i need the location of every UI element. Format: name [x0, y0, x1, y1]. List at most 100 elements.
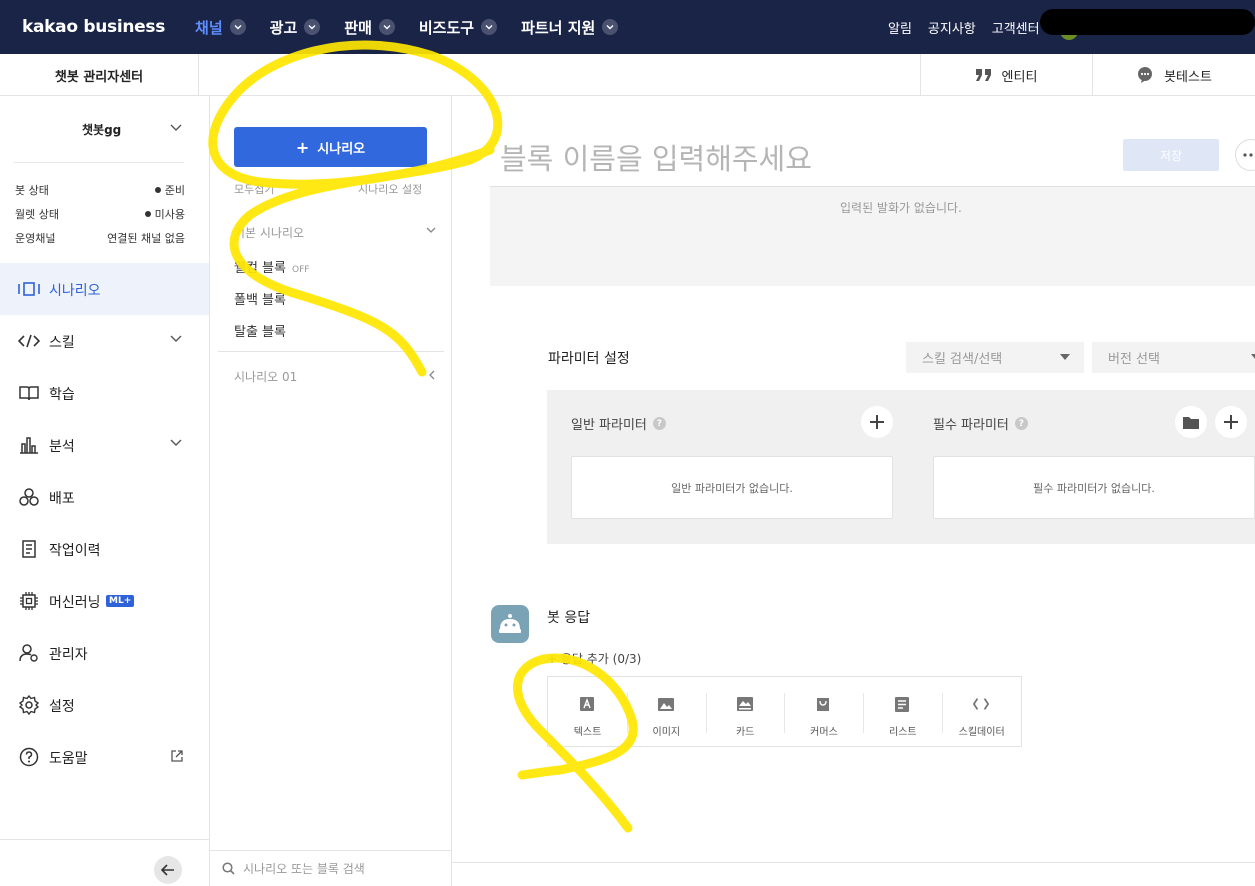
version-select[interactable]: 버전 선택 — [1092, 342, 1255, 373]
sidebar-item-analysis[interactable]: 분석 — [0, 419, 209, 471]
response-type-label: 텍스트 — [573, 727, 602, 738]
status-value: 연결된 채널 없음 — [107, 232, 185, 245]
nav-item-label: 광고 — [269, 18, 298, 37]
status-dot — [144, 211, 151, 217]
nav-item-sales[interactable]: 판매 — [344, 17, 395, 38]
divider — [218, 351, 444, 352]
add-scenario-button[interactable]: + 시나리오 — [234, 127, 427, 167]
folder-icon — [1183, 416, 1199, 429]
kakao-business-logo[interactable]: kakao business — [22, 17, 165, 37]
customer-center-link[interactable]: 고객센터 — [992, 18, 1040, 37]
chevron-down-icon[interactable] — [426, 227, 436, 234]
save-button[interactable]: 저장 — [1123, 139, 1219, 171]
chevron-down-icon[interactable] — [170, 124, 182, 132]
sidebar-item-help[interactable]: 도움말 — [0, 731, 209, 783]
sidebar-item-label: 머신러닝 — [49, 595, 101, 611]
response-type-skill-data[interactable]: 스킬데이터 — [942, 677, 1021, 746]
notices-link[interactable]: 공지사항 — [928, 18, 976, 37]
add-general-parameter-button[interactable] — [861, 406, 893, 438]
chart-icon — [18, 435, 40, 455]
response-type-text[interactable]: 텍스트 — [548, 677, 627, 746]
redacted-account-area — [1040, 9, 1255, 35]
bot-response-title: 봇 응답 — [547, 610, 591, 626]
fallback-block-item[interactable]: 폴백 블록 — [234, 289, 286, 308]
gear-icon — [18, 695, 40, 715]
entity-button[interactable]: 엔티티 — [920, 54, 1092, 96]
response-type-commerce[interactable]: 커머스 — [784, 677, 863, 746]
add-scenario-label: 시나리오 — [317, 141, 366, 157]
sidebar-item-label: 학습 — [49, 387, 75, 403]
commerce-icon — [815, 696, 831, 712]
sidebar-item-label: 분석 — [49, 439, 75, 455]
response-type-label: 이미지 — [652, 727, 681, 738]
sidebar-item-settings[interactable]: 설정 — [0, 679, 209, 731]
search-placeholder: 시나리오 또는 블록 검색 — [243, 862, 365, 876]
collapse-all-link[interactable]: 모두접기 — [234, 181, 274, 197]
required-parameter-empty: 필수 파라미터가 없습니다. — [933, 456, 1255, 519]
welcome-block-item[interactable]: 웰컴 블록 OFF — [234, 257, 309, 276]
nav-item-channel[interactable]: 채널 — [195, 17, 246, 38]
bot-selector[interactable]: 챗봇gg — [82, 121, 121, 138]
scenario-settings-link[interactable]: 시나리오 설정 — [358, 181, 422, 197]
chevron-down-icon — [170, 439, 182, 446]
chevron-down-icon — [229, 19, 246, 35]
nav-item-partner-support[interactable]: 파트너 지원 — [521, 17, 619, 38]
collapse-sidebar-button[interactable] — [154, 856, 182, 884]
sidebar-item-history[interactable]: 작업이력 — [0, 523, 209, 575]
status-value: 미사용 — [154, 208, 185, 221]
image-icon — [657, 696, 674, 712]
arrow-left-icon — [161, 864, 174, 876]
sidebar-item-learning[interactable]: 학습 — [0, 367, 209, 419]
top-nav-menu: 채널 광고 판매 비즈도구 파트너 지원 — [195, 17, 642, 38]
more-options-button[interactable] — [1235, 139, 1255, 171]
status-label: 월렛 상태 — [15, 208, 59, 221]
help-icon[interactable]: ? — [652, 417, 666, 430]
help-icon[interactable]: ? — [1014, 417, 1028, 430]
block-editor: 블록 이름을 입력해주세요 저장 입력된 발화가 없습니다. 파라미터 설정 스… — [452, 96, 1255, 886]
skill-select[interactable]: 스킬 검색/선택 — [906, 342, 1084, 373]
scenario-icon — [18, 279, 40, 299]
plus-icon — [870, 415, 884, 429]
general-parameter-empty: 일반 파라미터가 없습니다. — [571, 456, 893, 519]
required-parameter-label: 필수 파라미터? — [933, 414, 1028, 433]
label-text: 필수 파라미터 — [933, 418, 1009, 433]
sidebar-item-deploy[interactable]: 배포 — [0, 471, 209, 523]
scenario-01-item[interactable]: 시나리오 01 — [234, 368, 297, 385]
nav-item-label: 파트너 지원 — [521, 18, 596, 37]
response-type-image[interactable]: 이미지 — [626, 677, 706, 746]
plus-icon: + — [295, 137, 310, 157]
exit-block-item[interactable]: 탈출 블록 — [234, 321, 286, 340]
skill-select-value: 스킬 검색/선택 — [922, 352, 1003, 367]
notifications-link[interactable]: 알림 — [888, 18, 912, 37]
sidebar-item-label: 시나리오 — [49, 283, 101, 299]
sidebar-item-machine-learning[interactable]: 머신러닝 ML+ — [0, 575, 209, 627]
response-type-card[interactable]: 카드 — [705, 677, 785, 746]
label-text: 일반 파라미터 — [571, 418, 647, 433]
block-name-input[interactable]: 블록 이름을 입력해주세요 — [500, 136, 812, 178]
add-required-parameter-button[interactable] — [1215, 406, 1247, 438]
response-type-list[interactable]: 리스트 — [863, 677, 942, 746]
bot-test-button[interactable]: 봇테스트 — [1092, 54, 1255, 96]
chevron-left-icon[interactable] — [428, 370, 435, 380]
off-badge: OFF — [291, 265, 310, 275]
folder-button[interactable] — [1175, 406, 1207, 438]
parameter-box: 일반 파라미터? 일반 파라미터가 없습니다. 필수 파라미터? 필수 파라미터… — [547, 390, 1255, 544]
text-icon — [579, 696, 595, 712]
nav-item-label: 채널 — [195, 18, 223, 37]
sidebar-item-scenario[interactable]: 시나리오 — [0, 263, 209, 315]
sub-header: 챗봇 관리자센터 엔티티 봇테스트 — [0, 54, 1255, 96]
help-icon — [18, 747, 40, 767]
add-response-link[interactable]: + 응답 추가 (0/3) — [547, 650, 641, 667]
sidebar-item-label: 작업이력 — [49, 543, 101, 559]
top-navigation-bar: kakao business 채널 광고 판매 비즈도구 파트너 지원 알림 공… — [0, 0, 1255, 54]
nav-item-biz-tools[interactable]: 비즈도구 — [419, 17, 498, 38]
sidebar-item-admin[interactable]: 관리자 — [0, 627, 209, 679]
divider — [452, 862, 1255, 863]
left-sidebar: 챗봇gg 봇 상태 준비 월렛 상태 미사용 운영채널 연결된 채널 없음 시나… — [0, 96, 210, 886]
sidebar-item-skill[interactable]: 스킬 — [0, 315, 209, 367]
basic-scenario-header[interactable]: 기본 시나리오 — [234, 224, 304, 241]
scenario-search-input[interactable]: 시나리오 또는 블록 검색 — [210, 850, 451, 886]
plus-icon — [1224, 415, 1238, 429]
nav-item-ads[interactable]: 광고 — [270, 17, 321, 38]
sidebar-item-label: 배포 — [49, 491, 75, 507]
